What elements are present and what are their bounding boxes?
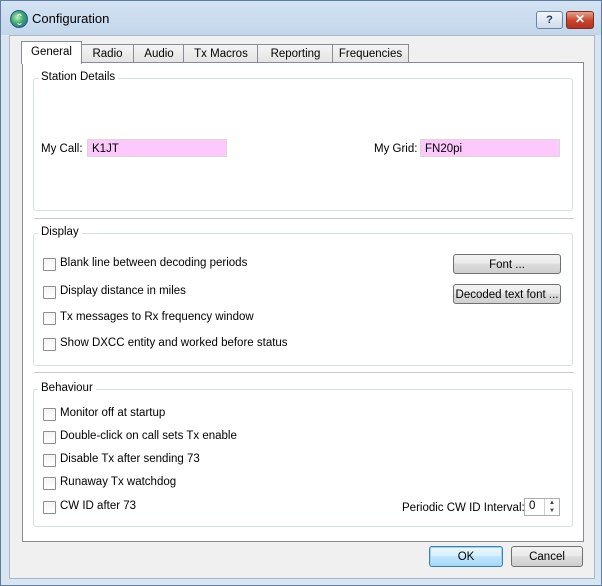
spin-up-icon[interactable]: ▲ [545,499,559,507]
dxcc-status-checkbox[interactable] [43,338,56,351]
tab-frequencies[interactable]: Frequencies [332,44,409,63]
cancel-button[interactable]: Cancel [511,546,583,567]
cw-interval-spinbox[interactable]: 0 ▲ ▼ [524,498,560,516]
globe-icon [10,10,28,28]
watchdog-checkbox[interactable] [43,477,56,490]
spin-down-icon[interactable]: ▼ [545,507,559,515]
separator-2 [34,372,574,373]
general-tab-panel: Station Details My Call: K1JT My Grid: F… [22,62,584,542]
my-grid-label: My Grid: [374,143,418,155]
double-click-checkbox[interactable] [43,431,56,444]
tx-messages-checkbox[interactable] [43,312,56,325]
my-grid-field[interactable]: FN20pi [420,139,560,157]
tab-reporting[interactable]: Reporting [257,44,334,63]
blank-line-label: Blank line between decoding periods [60,257,248,269]
station-details-group: Station Details My Call: K1JT My Grid: F… [33,71,573,211]
dxcc-status-label: Show DXCC entity and worked before statu… [60,337,288,349]
window-title: Configuration [32,11,110,26]
ok-button[interactable]: OK [429,546,503,567]
spin-arrows: ▲ ▼ [544,499,559,515]
font-button[interactable]: Font ... [453,254,561,274]
watchdog-label: Runaway Tx watchdog [60,476,177,488]
tab-general[interactable]: General [21,41,82,64]
decoded-text-font-button[interactable]: Decoded text font ... [453,284,561,304]
distance-miles-checkbox[interactable] [43,286,56,299]
cw-id-label: CW ID after 73 [60,500,137,512]
behaviour-title: Behaviour [38,382,96,394]
display-title: Display [38,226,82,238]
tx-messages-label: Tx messages to Rx frequency window [60,311,254,323]
dialog-body: General Radio Audio Tx Macros Reporting … [9,35,595,579]
blank-line-checkbox[interactable] [43,258,56,271]
behaviour-group: Behaviour Monitor off at startup Double-… [33,382,573,527]
close-icon: ✕ [574,12,586,26]
my-call-label: My Call: [41,143,83,155]
display-group: Display Blank line between decoding peri… [33,226,573,366]
disable-tx-label: Disable Tx after sending 73 [60,453,200,465]
cw-id-checkbox[interactable] [43,501,56,514]
tab-audio[interactable]: Audio [133,44,185,63]
title-bar[interactable]: Configuration ? ✕ [1,1,601,35]
monitor-off-label: Monitor off at startup [60,407,166,419]
tab-radio[interactable]: Radio [80,44,135,63]
close-button[interactable]: ✕ [566,11,594,29]
cw-interval-value: 0 [529,500,536,512]
my-call-field[interactable]: K1JT [87,139,227,157]
separator-1 [34,218,574,219]
disable-tx-checkbox[interactable] [43,454,56,467]
double-click-label: Double-click on call sets Tx enable [60,430,237,442]
station-details-title: Station Details [38,71,119,83]
help-button[interactable]: ? [536,11,563,29]
tab-tx-macros[interactable]: Tx Macros [183,44,259,63]
configuration-window: Configuration ? ✕ General Radio Audio Tx… [0,0,602,586]
monitor-off-checkbox[interactable] [43,408,56,421]
distance-miles-label: Display distance in miles [60,285,186,297]
cw-interval-label: Periodic CW ID Interval: [402,502,525,514]
